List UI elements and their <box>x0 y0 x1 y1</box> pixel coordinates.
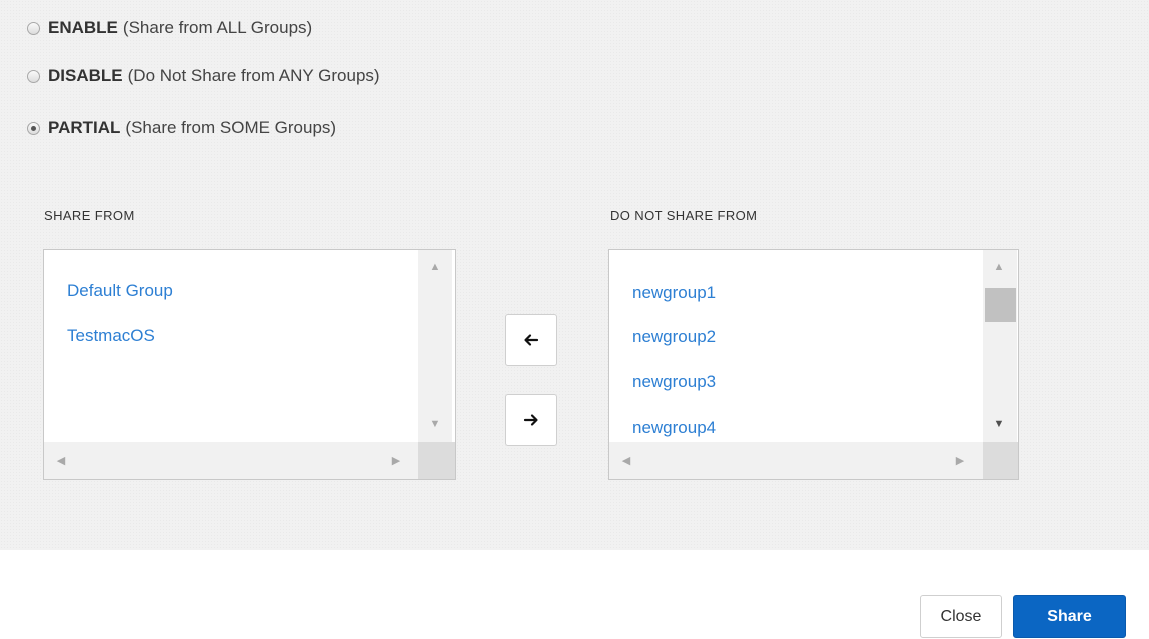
option-disable-desc: (Do Not Share from ANY Groups) <box>127 66 380 85</box>
scrollbar-corner <box>983 442 1018 479</box>
list-item[interactable]: newgroup3 <box>632 372 716 392</box>
do-not-share-from-heading: DO NOT SHARE FROM <box>610 208 758 223</box>
option-enable-desc: (Share from ALL Groups) <box>122 18 313 37</box>
list-item[interactable]: Default Group <box>67 281 173 301</box>
scroll-down-icon[interactable]: ▼ <box>428 418 442 430</box>
radio-option-enable[interactable]: ENABLE (Share from ALL Groups) <box>27 16 312 40</box>
radio-selected-dot <box>31 125 36 131</box>
move-left-button[interactable] <box>505 314 557 366</box>
list-item[interactable]: TestmacOS <box>67 326 155 346</box>
share-button[interactable]: Share <box>1013 595 1126 638</box>
scroll-left-icon[interactable]: ◀ <box>54 455 68 467</box>
scroll-left-icon[interactable]: ◀ <box>619 455 633 467</box>
scroll-down-icon[interactable]: ▼ <box>992 418 1006 430</box>
radio-button-enable[interactable] <box>27 21 40 35</box>
arrow-right-icon <box>523 414 538 426</box>
scroll-up-icon[interactable]: ▲ <box>428 261 442 273</box>
scroll-up-icon[interactable]: ▲ <box>992 261 1006 273</box>
share-from-listbox[interactable]: Default Group TestmacOS ▲ ▼ ◀ ▶ <box>43 249 456 480</box>
vertical-scrollbar[interactable]: ▲ ▼ <box>418 250 452 443</box>
share-settings-panel: ENABLE (Share from ALL Groups) DISABLE (… <box>0 0 1149 550</box>
list-item[interactable]: newgroup2 <box>632 327 716 347</box>
option-partial-desc: (Share from SOME Groups) <box>125 118 337 137</box>
close-button[interactable]: Close <box>920 595 1002 638</box>
do-not-share-from-listbox[interactable]: newgroup1 newgroup2 newgroup3 newgroup4 … <box>608 249 1019 480</box>
move-right-button[interactable] <box>505 394 557 446</box>
horizontal-scrollbar[interactable]: ◀ ▶ <box>609 442 983 479</box>
radio-button-partial[interactable] <box>27 121 40 135</box>
arrow-left-icon <box>524 334 539 346</box>
scrollbar-thumb[interactable] <box>985 288 1016 322</box>
share-from-heading: SHARE FROM <box>44 208 135 223</box>
option-partial-label: PARTIAL <box>48 118 121 137</box>
radio-button-disable[interactable] <box>27 69 40 83</box>
horizontal-scrollbar[interactable]: ◀ ▶ <box>44 442 418 479</box>
list-item[interactable]: newgroup1 <box>632 283 716 303</box>
scrollbar-corner <box>418 442 455 479</box>
radio-option-partial[interactable]: PARTIAL (Share from SOME Groups) <box>27 116 336 140</box>
radio-option-disable[interactable]: DISABLE (Do Not Share from ANY Groups) <box>27 64 380 88</box>
option-disable-label: DISABLE <box>48 66 123 85</box>
option-enable-label: ENABLE <box>48 18 118 37</box>
vertical-scrollbar[interactable]: ▲ ▼ <box>983 250 1017 443</box>
scroll-right-icon[interactable]: ▶ <box>953 455 967 467</box>
list-item[interactable]: newgroup4 <box>632 418 716 438</box>
scroll-right-icon[interactable]: ▶ <box>389 455 403 467</box>
